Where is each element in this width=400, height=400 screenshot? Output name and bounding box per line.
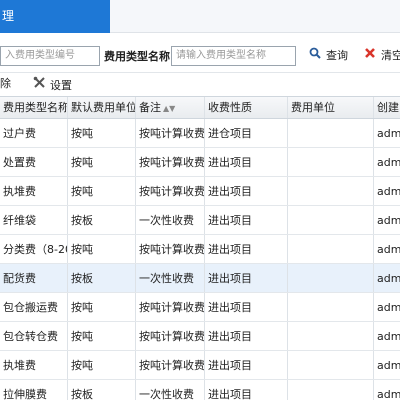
cell-nature: 进仓项目 [205, 119, 288, 147]
cell-creator: adm [377, 301, 400, 314]
cell-nature: 进出项目 [205, 148, 288, 176]
cell-default-unit: 按吨 [68, 148, 136, 176]
cell-default-unit: 按吨 [68, 293, 136, 321]
cell-default-unit: 按吨 [68, 235, 136, 263]
type-name-label: 费用类型名称: [104, 50, 175, 63]
search-icon [308, 46, 322, 66]
cell-type-name: 执堆费 [0, 351, 68, 379]
col-header-remark[interactable]: 备注 ▲▼ [136, 97, 205, 118]
cell-creator: adm [377, 127, 400, 140]
type-code-input[interactable]: 入费用类型编号 [0, 46, 100, 66]
table-row[interactable]: 拉伸膜费 按板 一次性收费 进出项目 adm [0, 380, 400, 400]
cell-fee-unit [288, 264, 374, 292]
settings-label: 设置 [50, 79, 72, 92]
top-bar: 理 [0, 0, 400, 33]
cell-creator: adm [377, 185, 400, 198]
toolbar: 除 设置 [0, 72, 400, 94]
table-header: 费用类型名称 默认费用单位 备注 ▲▼ 收费性质 费用单位 创建 [0, 97, 400, 119]
cell-fee-unit [288, 148, 374, 176]
cell-fee-unit [288, 206, 374, 234]
col-header-type-name[interactable]: 费用类型名称 [0, 97, 68, 118]
cell-fee-unit [288, 351, 374, 379]
col-header-fee-unit[interactable]: 费用单位 [288, 97, 374, 118]
cell-creator: adm [377, 359, 400, 372]
cell-remark: 一次性收费 [136, 264, 205, 292]
table-row[interactable]: 纤维袋 按板 一次性收费 进出项目 adm [0, 206, 400, 235]
type-name-input[interactable]: 请输入费用类型名称 [171, 46, 296, 66]
table-row[interactable]: 过户费 按吨 按吨计算收费 进仓项目 adm [0, 119, 400, 148]
delete-label: 除 [0, 77, 11, 90]
cell-creator: adm [377, 388, 400, 400]
query-label: 查询 [326, 49, 348, 62]
col-header-nature[interactable]: 收费性质 [205, 97, 288, 118]
cell-remark: 按吨计算收费 [136, 235, 205, 263]
cell-default-unit: 按吨 [68, 322, 136, 350]
cell-nature: 进出项目 [205, 322, 288, 350]
cell-fee-unit [288, 119, 374, 147]
search-bar: 入费用类型编号 费用类型名称: 请输入费用类型名称 查询 清空 [0, 38, 400, 70]
cell-nature: 进出项目 [205, 235, 288, 263]
cell-creator: adm [377, 243, 400, 256]
cell-remark: 按吨计算收费 [136, 293, 205, 321]
cell-default-unit: 按板 [68, 206, 136, 234]
cell-remark: 按吨计算收费 [136, 148, 205, 176]
cell-remark: 按吨计算收费 [136, 119, 205, 147]
cell-fee-unit [288, 293, 374, 321]
table-row[interactable]: 配货费 按板 一次性收费 进出项目 adm [0, 264, 400, 293]
cell-type-name: 包仓搬运费 [0, 293, 68, 321]
cell-nature: 进出项目 [205, 264, 288, 292]
cell-type-name: 过户费 [0, 119, 68, 147]
cell-fee-unit [288, 177, 374, 205]
cell-fee-unit [288, 322, 374, 350]
table-row[interactable]: 执堆费 按吨 按吨计算收费 进出项目 adm [0, 177, 400, 206]
cell-type-name: 配货费 [0, 264, 68, 292]
cell-nature: 进出项目 [205, 351, 288, 379]
cell-nature: 进出项目 [205, 380, 288, 400]
table-row[interactable]: 包仓转仓费 按吨 按吨计算收费 进出项目 adm [0, 322, 400, 351]
cell-nature: 进出项目 [205, 293, 288, 321]
settings-button[interactable]: 设置 [32, 76, 72, 92]
cell-remark: 一次性收费 [136, 206, 205, 234]
cell-remark: 一次性收费 [136, 380, 205, 400]
table-row[interactable]: 执堆费 按吨 按吨计算收费 进出项目 adm [0, 351, 400, 380]
cell-default-unit: 按吨 [68, 351, 136, 379]
cell-creator: adm [377, 156, 400, 169]
active-tab[interactable]: 理 [0, 0, 110, 33]
clear-label: 清空 [381, 49, 400, 62]
cell-creator: adm [377, 214, 400, 227]
cell-default-unit: 按板 [68, 264, 136, 292]
cell-creator: adm [377, 272, 400, 285]
delete-button[interactable]: 除 [0, 76, 11, 92]
cell-type-name: 处置费 [0, 148, 68, 176]
col-header-default-unit[interactable]: 默认费用单位 [68, 97, 136, 118]
cell-remark: 按吨计算收费 [136, 351, 205, 379]
cell-fee-unit [288, 235, 374, 263]
cell-nature: 进出项目 [205, 206, 288, 234]
col-header-creator[interactable]: 创建 [374, 97, 400, 118]
query-button[interactable]: 查询 [308, 46, 348, 66]
clear-button[interactable]: 清空 [363, 46, 400, 66]
cell-default-unit: 按板 [68, 380, 136, 400]
cell-fee-unit [288, 380, 374, 400]
clear-icon [363, 46, 377, 66]
sort-icon: ▲▼ [163, 104, 176, 113]
table-row[interactable]: 处置费 按吨 按吨计算收费 进出项目 adm [0, 148, 400, 177]
cell-type-name: 纤维袋 [0, 206, 68, 234]
cell-nature: 进出项目 [205, 177, 288, 205]
cell-remark: 按吨计算收费 [136, 322, 205, 350]
table-row[interactable]: 分类费（8-20 按吨 按吨计算收费 进出项目 adm [0, 235, 400, 264]
cell-creator: adm [377, 330, 400, 343]
cell-default-unit: 按吨 [68, 177, 136, 205]
cell-type-name: 分类费（8-20 [0, 235, 68, 263]
table-row[interactable]: 包仓搬运费 按吨 按吨计算收费 进出项目 adm [0, 293, 400, 322]
cell-remark: 按吨计算收费 [136, 177, 205, 205]
cell-type-name: 执堆费 [0, 177, 68, 205]
cell-default-unit: 按吨 [68, 119, 136, 147]
cell-type-name: 拉伸膜费 [0, 380, 68, 400]
cell-type-name: 包仓转仓费 [0, 322, 68, 350]
fee-type-table: 费用类型名称 默认费用单位 备注 ▲▼ 收费性质 费用单位 创建 过户费 按吨 按吨计… [0, 96, 400, 400]
settings-icon [32, 76, 46, 94]
